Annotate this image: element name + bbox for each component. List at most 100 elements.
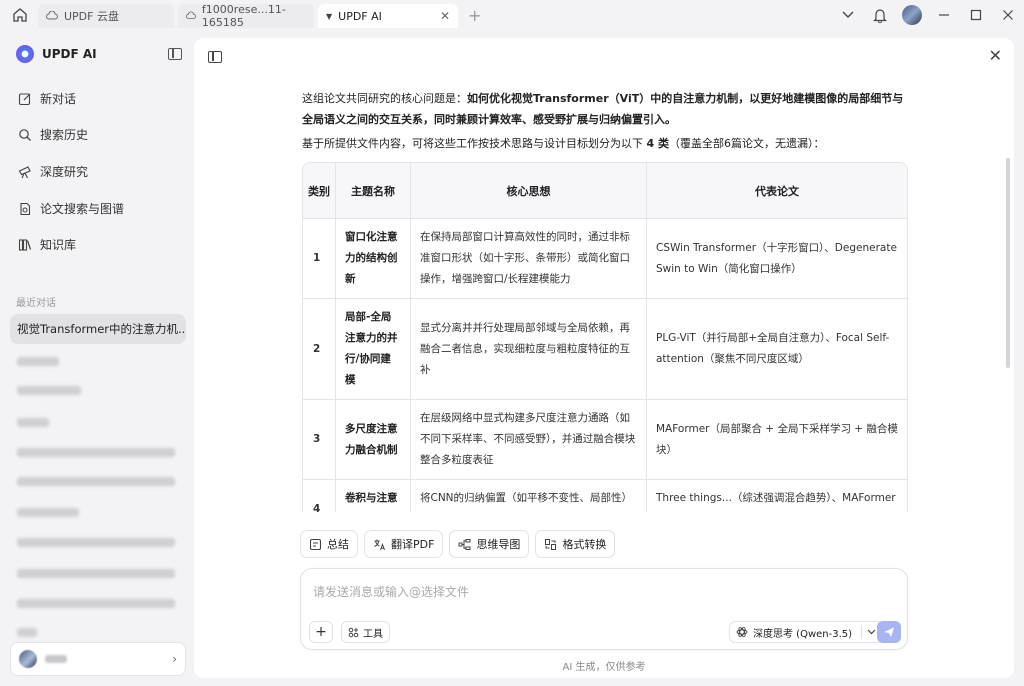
sidebar-item-label: 搜索历史 — [40, 128, 89, 142]
minimize-button[interactable] — [928, 0, 960, 30]
sidebar-item-paper-search[interactable]: 论文搜索与图谱 — [18, 200, 124, 217]
chip-label: 总结 — [327, 538, 349, 551]
sidebar-item-label: 新对话 — [40, 92, 77, 106]
recent-chat-item[interactable] — [17, 569, 175, 578]
notification-button[interactable] — [864, 0, 896, 30]
quick-actions: 总结 翻译PDF 思维导图 格式转换 — [300, 530, 616, 558]
mindmap-button[interactable]: 思维导图 — [449, 530, 530, 558]
table-header-row: 类别 主题名称 核心思想 代表论文 — [303, 163, 907, 219]
table-cell: 3 — [303, 400, 336, 480]
send-icon — [884, 627, 894, 637]
sidebar: UPDF AI 新对话 搜索历史 深度研究 论文搜索与图谱 知识库 最近对话 视… — [0, 30, 194, 686]
table-cell: 在层级网络中显式构建多尺度注意力通路（如不同下采样率、不同感受野），并通过融合模… — [411, 400, 647, 480]
account-button[interactable] — [896, 0, 928, 30]
updf-ai-logo-icon — [16, 45, 34, 63]
column-header: 核心思想 — [411, 163, 647, 219]
scrollbar[interactable] — [1006, 158, 1010, 368]
recent-chat-item[interactable] — [17, 477, 175, 486]
paper-search-icon — [18, 202, 32, 216]
recent-chat-item[interactable] — [17, 418, 49, 427]
recent-chat-item[interactable] — [17, 448, 175, 457]
recent-chat-item[interactable] — [17, 599, 175, 608]
sidebar-item-search-history[interactable]: 搜索历史 — [18, 126, 88, 143]
column-header: 主题名称 — [336, 163, 411, 219]
close-tab-icon[interactable]: ✕ — [440, 9, 450, 23]
table-cell: PLG-ViT（并行局部+全局自注意力）、Focal Self-attentio… — [647, 299, 907, 400]
library-icon — [18, 238, 32, 252]
document-icon — [186, 11, 196, 19]
summary-icon — [309, 538, 322, 550]
sidebar-item-deep-research[interactable]: 深度研究 — [18, 163, 88, 180]
avatar — [902, 5, 922, 25]
chip-label: 思维导图 — [476, 538, 521, 551]
add-attachment-button[interactable]: + — [309, 621, 333, 643]
format-convert-button[interactable]: 格式转换 — [535, 530, 616, 558]
recent-chat-item[interactable] — [17, 628, 37, 637]
close-icon — [1003, 10, 1013, 20]
sidebar-item-new-chat[interactable]: 新对话 — [18, 90, 76, 107]
table-row: 2 局部-全局注意力的并行/协同建模 显式分离并并行处理局部邻域与全局依赖，再融… — [303, 299, 907, 400]
table-row: 3 多尺度注意力融合机制 在层级网络中显式构建多尺度注意力通路（如不同下采样率、… — [303, 400, 907, 480]
tab-label: f1000rese...11-165185 — [201, 3, 286, 29]
table-cell: 2 — [303, 299, 336, 400]
recent-chat-active[interactable]: 视觉Transformer中的注意力机... — [10, 314, 186, 344]
table-cell: 在保持局部窗口计算高效性的同时，通过非标准窗口形状（如十字形、条带形）或简化窗口… — [411, 219, 647, 299]
summary-button[interactable]: 总结 — [300, 530, 358, 558]
close-panel-icon[interactable]: ✕ — [989, 46, 1002, 65]
home-button[interactable] — [6, 0, 34, 30]
brand: UPDF AI — [16, 45, 97, 63]
convert-icon — [545, 538, 557, 550]
sidebar-item-label: 深度研究 — [40, 165, 89, 179]
sidebar-item-knowledge-base[interactable]: 知识库 — [18, 236, 76, 253]
recent-chat-item[interactable] — [17, 386, 81, 395]
user-profile-card[interactable]: › — [10, 642, 186, 676]
table-row: 4 卷积与注意力融合 将CNN的归纳偏置（如平移不变性、局部性）融入Transf… — [303, 480, 907, 512]
column-header: 类别 — [303, 163, 336, 219]
table-cell: 1 — [303, 219, 336, 299]
home-icon — [13, 8, 27, 22]
add-tab-button[interactable]: + — [468, 6, 481, 25]
collapse-sidebar-icon[interactable] — [168, 48, 182, 60]
table-cell: 显式分离并并行处理局部邻域与全局依赖，再融合二者信息，实现细粒度与粗粒度特征的互… — [411, 299, 647, 400]
table-cell: 多尺度注意力融合机制 — [336, 400, 411, 480]
tab-updf-ai[interactable]: ▼ UPDF AI ✕ — [318, 4, 458, 28]
table-cell: 局部-全局注意力的并行/协同建模 — [336, 299, 411, 400]
ai-disclaimer: AI 生成，仅供参考 — [562, 662, 646, 673]
chat-input-box[interactable]: 请发送消息或输入@选择文件 + 工具 深度思考 (Qwen-3.5) — [300, 568, 908, 650]
sidebar-item-label: 论文搜索与图谱 — [40, 202, 125, 216]
translate-pdf-button[interactable]: 翻译PDF — [364, 530, 444, 558]
tab-label: UPDF 云盘 — [64, 10, 119, 23]
avatar — [19, 650, 37, 668]
table-cell: 将CNN的归纳偏置（如平移不变性、局部性）融入Transformer架构，通过混… — [411, 480, 647, 512]
close-window-button[interactable] — [992, 0, 1024, 30]
panel-toggle-icon[interactable] — [208, 51, 222, 63]
tab-updf-cloud[interactable]: UPDF 云盘 — [38, 4, 174, 28]
dropdown-button[interactable] — [832, 0, 864, 30]
brand-name: UPDF AI — [42, 47, 97, 61]
send-button[interactable] — [877, 621, 901, 643]
chevron-down-icon — [867, 629, 876, 635]
bell-icon — [873, 8, 887, 23]
deep-think-icon — [736, 627, 748, 637]
recent-section-label: 最近对话 — [16, 298, 56, 309]
tools-button[interactable]: 工具 — [341, 621, 390, 643]
message-input[interactable]: 请发送消息或输入@选择文件 — [313, 583, 469, 600]
chip-label: 翻译PDF — [391, 538, 435, 551]
recent-chat-item[interactable] — [17, 508, 79, 517]
response-intro: 这组论文共同研究的核心问题是：如何优化视觉Transformer（ViT）中的自… — [302, 92, 904, 126]
tools-icon — [348, 627, 359, 637]
table-cell: Three things...（综述强调混合趋势）、MAFormer（提及CvT… — [647, 480, 907, 512]
table-cell: MAFormer（局部聚合 + 全局下采样学习 + 融合模块） — [647, 400, 907, 480]
recent-chat-item[interactable] — [17, 357, 59, 366]
chevron-right-icon: › — [172, 652, 177, 666]
translate-icon — [374, 539, 385, 550]
model-selector[interactable]: 深度思考 (Qwen-3.5) — [729, 621, 884, 643]
maximize-button[interactable] — [960, 0, 992, 30]
table-cell: 4 — [303, 480, 336, 512]
chat-panel: ✕ 这组论文共同研究的核心问题是：如何优化视觉Transformer（ViT）中… — [194, 38, 1014, 678]
recent-chat-item[interactable] — [17, 538, 175, 547]
mindmap-icon — [458, 538, 471, 550]
tab-document[interactable]: f1000rese...11-165185 — [178, 3, 314, 29]
table-row: 1 窗口化注意力的结构创新 在保持局部窗口计算高效性的同时，通过非标准窗口形状（… — [303, 219, 907, 299]
ai-icon: ▼ — [326, 11, 333, 21]
